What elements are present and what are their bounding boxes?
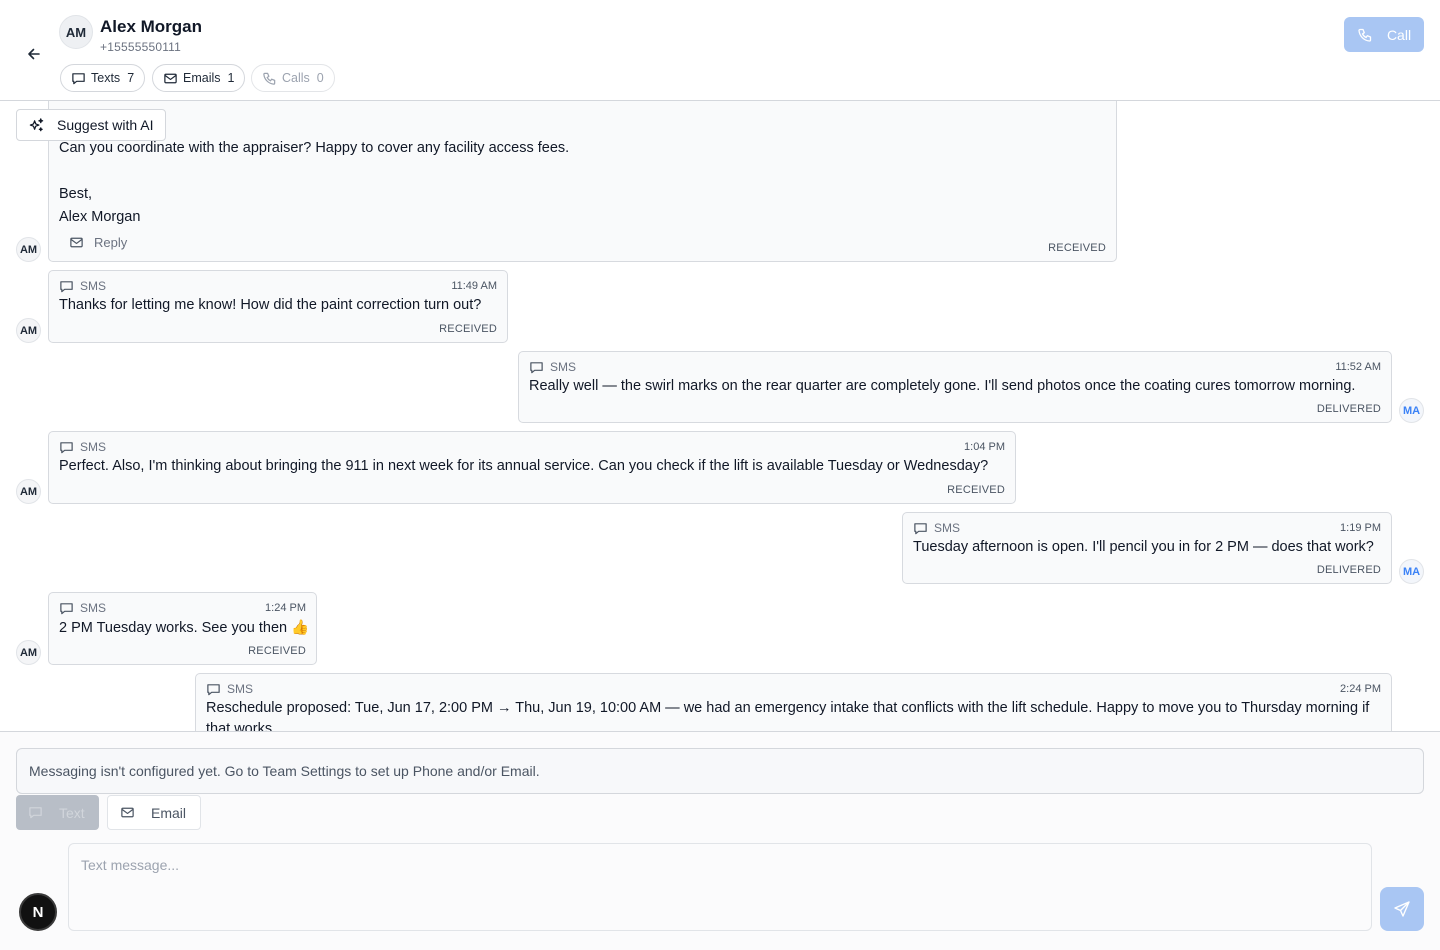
sms-message: SMS 11:52 AM Really well — the swirl mar… xyxy=(518,351,1392,423)
sender-avatar: MA xyxy=(1399,398,1424,423)
phone-icon xyxy=(1357,27,1373,43)
message-icon xyxy=(59,601,74,616)
message-status: RECEIVED xyxy=(439,323,497,335)
message-time: 11:49 AM xyxy=(451,280,497,292)
call-button-label: Call xyxy=(1386,26,1412,43)
sender-avatar: MA xyxy=(1399,559,1424,584)
message-icon xyxy=(59,279,74,294)
mail-icon xyxy=(163,71,178,86)
sparkles-icon xyxy=(28,117,45,134)
text-mode-button[interactable]: Text xyxy=(16,795,99,830)
sender-avatar: AM xyxy=(16,640,41,665)
sender-avatar: AM xyxy=(16,237,41,262)
send-button[interactable] xyxy=(1380,887,1424,931)
conversation-header: AM Alex Morgan +15555550111 Texts 7 Emai… xyxy=(0,0,1440,101)
sender-avatar: AM xyxy=(16,479,41,504)
sender-avatar: AM xyxy=(16,318,41,343)
sms-message: SMS 1:04 PM Perfect. Also, I'm thinking … xyxy=(48,431,1016,504)
message-text: Really well — the swirl marks on the rea… xyxy=(529,378,1356,394)
message-time: 1:24 PM xyxy=(265,602,306,614)
mail-icon xyxy=(120,805,135,820)
email-mode-button[interactable]: Email xyxy=(107,795,201,830)
message-time: 11:52 AM xyxy=(1335,361,1381,373)
message-thread[interactable]: Suggest with AI Can you coordinate with … xyxy=(0,101,1440,731)
mail-icon xyxy=(69,235,84,250)
email-line: Can you coordinate with the appraiser? H… xyxy=(59,140,570,156)
config-notice: Messaging isn't configured yet. Go to Te… xyxy=(16,748,1424,794)
suggest-ai-label: Suggest with AI xyxy=(57,117,154,133)
message-time: 1:19 PM xyxy=(1340,522,1381,534)
emails-chip-label: Emails xyxy=(183,71,221,85)
calls-filter-chip[interactable]: Calls 0 xyxy=(251,64,335,92)
message-status: RECEIVED xyxy=(947,484,1005,496)
send-icon xyxy=(1393,900,1411,918)
texts-filter-chip[interactable]: Texts 7 xyxy=(60,64,146,92)
call-button[interactable]: Call xyxy=(1344,17,1424,52)
email-mode-label: Email xyxy=(151,804,187,821)
sms-message: SMS 1:24 PM 2 PM Tuesday works. See you … xyxy=(48,592,317,665)
contact-phone: +15555550111 xyxy=(100,40,182,54)
calls-chip-label: Calls xyxy=(282,71,310,85)
message-icon xyxy=(28,805,43,820)
message-text: Tuesday afternoon is open. I'll pencil y… xyxy=(913,539,1374,555)
message-text: 2 PM Tuesday works. See you then 👍 xyxy=(59,620,310,636)
texts-chip-count: 7 xyxy=(127,71,135,85)
message-status: RECEIVED xyxy=(1048,242,1106,254)
reply-button[interactable]: Reply xyxy=(69,235,127,250)
message-time: 1:04 PM xyxy=(964,441,1005,453)
sms-message: SMS 11:49 AM Thanks for letting me know!… xyxy=(48,270,508,343)
message-text: Perfect. Also, I'm thinking about bringi… xyxy=(59,458,989,474)
back-arrow-icon[interactable] xyxy=(24,44,44,64)
message-type: SMS xyxy=(550,360,577,374)
sms-message: SMS 1:19 PM Tuesday afternoon is open. I… xyxy=(902,512,1392,584)
message-text: Reschedule proposed: Tue, Jun 17, 2:00 P… xyxy=(206,700,1370,716)
message-type: SMS xyxy=(80,440,107,454)
message-icon xyxy=(206,682,221,697)
message-type: SMS xyxy=(80,279,107,293)
message-text-continued: that works. xyxy=(206,721,277,731)
message-status: DELIVERED xyxy=(1316,564,1381,576)
message-text: Thanks for letting me know! How did the … xyxy=(59,297,482,313)
message-type: SMS xyxy=(227,682,254,696)
message-type: SMS xyxy=(934,521,961,535)
message-type: SMS xyxy=(80,601,107,615)
composer: Messaging isn't configured yet. Go to Te… xyxy=(0,731,1440,950)
n-logo-badge[interactable]: N xyxy=(19,893,57,931)
phone-icon xyxy=(262,71,277,86)
sms-message: SMS 2:24 PM Reschedule proposed: Tue, Ju… xyxy=(195,673,1392,731)
message-status: RECEIVED xyxy=(248,645,306,657)
contact-name: Alex Morgan xyxy=(100,17,203,36)
contact-avatar: AM xyxy=(59,15,93,49)
suggest-ai-button[interactable]: Suggest with AI xyxy=(16,109,166,141)
email-line: Alex Morgan xyxy=(59,209,141,225)
email-line: Best, xyxy=(59,186,93,202)
message-time: 2:24 PM xyxy=(1340,683,1381,695)
email-message: Can you coordinate with the appraiser? H… xyxy=(48,101,1117,262)
emails-chip-count: 1 xyxy=(227,71,235,85)
message-icon xyxy=(71,71,86,86)
message-icon xyxy=(529,360,544,375)
text-mode-label: Text xyxy=(59,804,85,821)
emails-filter-chip[interactable]: Emails 1 xyxy=(152,64,246,92)
message-icon xyxy=(913,521,928,536)
calls-chip-count: 0 xyxy=(316,71,324,85)
message-input[interactable] xyxy=(68,843,1372,931)
reply-label: Reply xyxy=(94,235,128,250)
message-status: DELIVERED xyxy=(1316,403,1381,415)
texts-chip-label: Texts xyxy=(91,71,121,85)
message-icon xyxy=(59,440,74,455)
